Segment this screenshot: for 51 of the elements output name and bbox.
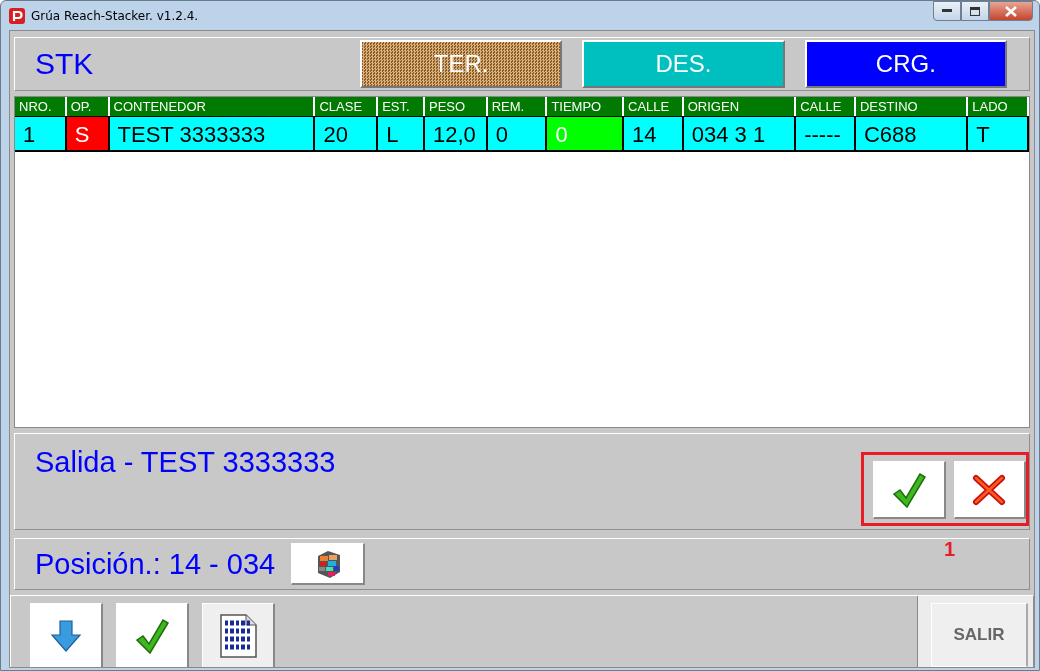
- container-stack-button[interactable]: [291, 543, 366, 586]
- exit-button[interactable]: SALIR: [931, 603, 1028, 667]
- table-cell: T: [968, 115, 1029, 152]
- mode-button[interactable]: CRG.: [804, 39, 1007, 88]
- position-label: Posición.: 14 - 034: [35, 547, 276, 581]
- window-title: Grúa Reach-Stacker. v1.2.4.: [31, 8, 199, 23]
- accept-button[interactable]: [116, 603, 189, 667]
- column-header: NRO.: [15, 96, 67, 116]
- column-header: DESTINO: [855, 96, 969, 116]
- table-cell: 034 3 1: [683, 115, 797, 152]
- table-cell: C688: [855, 115, 969, 152]
- close-icon: [1005, 5, 1017, 17]
- cancel-button[interactable]: [953, 461, 1026, 520]
- binary-file-button[interactable]: [202, 603, 275, 667]
- table-cell: -----: [796, 115, 856, 152]
- table-cell: 0: [487, 115, 548, 152]
- column-header: CLASE: [315, 96, 379, 116]
- table-cell: 12,0: [424, 115, 488, 152]
- minimize-button[interactable]: [933, 1, 961, 21]
- table-cell: L: [378, 115, 425, 152]
- cross-icon: [972, 473, 1007, 506]
- column-header: CONTENEDOR: [109, 96, 316, 116]
- table-cell: S: [66, 115, 110, 152]
- column-header: CALLE: [796, 96, 856, 116]
- column-header: EST.: [378, 96, 425, 116]
- checkmark-icon: [891, 471, 926, 508]
- checkmark-icon: [135, 617, 169, 654]
- terminal-title: STK: [35, 46, 95, 81]
- download-button[interactable]: [30, 603, 103, 667]
- binary-document-icon: [218, 612, 258, 659]
- down-arrow-icon: [50, 618, 82, 653]
- maximize-icon: [970, 6, 980, 16]
- app-logo-icon: [9, 7, 25, 24]
- column-header: LADO: [968, 96, 1030, 116]
- maximize-button[interactable]: [961, 1, 989, 21]
- status-message: Salida - TEST 3333333: [35, 446, 336, 481]
- table-cell: 14: [624, 115, 684, 152]
- table-cell: TEST 3333333: [109, 115, 316, 152]
- column-header: ORIGEN: [683, 96, 797, 116]
- table-cell: 0: [547, 115, 624, 152]
- column-header: OP.: [66, 96, 110, 116]
- column-header: TIEMPO: [547, 96, 624, 116]
- table-cell: 20: [315, 115, 379, 152]
- minimize-icon: [942, 9, 952, 13]
- table-cell: 1: [15, 115, 67, 152]
- column-header: PESO: [424, 96, 488, 116]
- confirm-button[interactable]: [873, 461, 946, 520]
- annotation-number: 1: [943, 538, 955, 562]
- column-header: CALLE: [624, 96, 684, 116]
- column-header: REM.: [487, 96, 548, 116]
- close-button[interactable]: [989, 1, 1033, 21]
